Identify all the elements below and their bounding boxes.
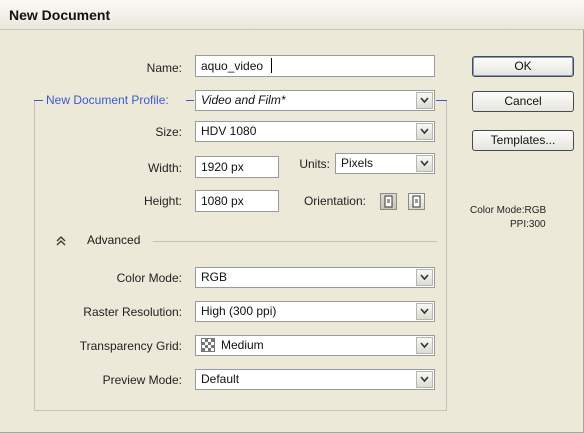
templates-button[interactable]: Templates...	[472, 130, 574, 151]
checkerboard-icon	[201, 338, 215, 352]
color-mode-select[interactable]: RGB	[195, 267, 435, 288]
color-mode-label: Color Mode:	[116, 271, 182, 285]
profile-select[interactable]: Video and Film*	[195, 90, 435, 111]
name-value: aquo_video	[201, 59, 264, 73]
portrait-orientation-button[interactable]	[380, 193, 397, 210]
preview-mode-value: Default	[201, 372, 240, 386]
chevron-down-icon[interactable]	[416, 371, 433, 388]
units-label: Units:	[299, 157, 330, 171]
chevron-down-icon[interactable]	[416, 92, 433, 109]
title-bar[interactable]: New Document	[0, 0, 584, 30]
color-mode-value: RGB	[201, 270, 228, 284]
size-label: Size:	[155, 125, 182, 139]
text-caret	[271, 58, 272, 73]
height-label: Height:	[143, 194, 182, 208]
transparency-grid-select[interactable]: Medium	[195, 335, 435, 356]
units-value: Pixels	[341, 156, 374, 170]
chevron-down-icon[interactable]	[416, 123, 433, 140]
profile-group-line-left	[34, 100, 43, 101]
chevron-down-icon[interactable]	[416, 337, 433, 354]
name-label: Name:	[146, 61, 182, 75]
info-ppi: PPI:300	[510, 219, 546, 230]
ok-button[interactable]: OK	[472, 56, 574, 77]
width-value: 1920 px	[201, 160, 244, 174]
preview-mode-select[interactable]: Default	[195, 369, 435, 390]
transparency-grid-value-wrap: Medium	[201, 336, 264, 355]
size-value: HDV 1080	[201, 124, 257, 138]
name-input[interactable]: aquo_video	[195, 55, 435, 77]
profile-label: New Document Profile:	[46, 93, 169, 107]
chevron-down-icon[interactable]	[416, 269, 433, 286]
profile-group-line-mid	[186, 100, 194, 101]
raster-resolution-value: High (300 ppi)	[201, 304, 277, 318]
dialog-title: New Document	[9, 7, 111, 23]
orientation-label: Orientation:	[303, 194, 366, 208]
double-chevron-up-icon	[56, 236, 66, 246]
advanced-toggle[interactable]: Advanced	[56, 233, 156, 249]
landscape-orientation-button[interactable]	[408, 193, 425, 210]
profile-group-border-right	[446, 101, 447, 411]
landscape-orientation-icon	[412, 195, 421, 208]
cancel-button[interactable]: Cancel	[472, 91, 574, 112]
raster-resolution-label: Raster Resolution:	[83, 305, 182, 319]
preview-mode-label: Preview Mode:	[102, 373, 182, 387]
size-select[interactable]: HDV 1080	[195, 121, 435, 142]
width-input[interactable]: 1920 px	[195, 156, 279, 178]
new-document-dialog: New Document Name: aquo_video New Docume…	[0, 0, 584, 433]
portrait-orientation-icon	[384, 195, 393, 208]
advanced-label: Advanced	[87, 233, 141, 247]
profile-group-border-left	[34, 101, 35, 411]
units-select[interactable]: Pixels	[335, 153, 435, 174]
info-color-mode: Color Mode:RGB	[470, 205, 547, 216]
chevron-down-icon[interactable]	[416, 303, 433, 320]
transparency-grid-label: Transparency Grid:	[79, 339, 182, 353]
advanced-separator	[153, 241, 437, 242]
chevron-down-icon[interactable]	[416, 155, 433, 172]
raster-resolution-select[interactable]: High (300 ppi)	[195, 301, 435, 322]
height-value: 1080 px	[201, 194, 244, 208]
width-label: Width:	[147, 161, 182, 175]
profile-group-border-bottom	[34, 410, 447, 411]
profile-value: Video and Film*	[201, 93, 286, 107]
height-input[interactable]: 1080 px	[195, 190, 279, 212]
transparency-grid-value: Medium	[221, 338, 264, 352]
